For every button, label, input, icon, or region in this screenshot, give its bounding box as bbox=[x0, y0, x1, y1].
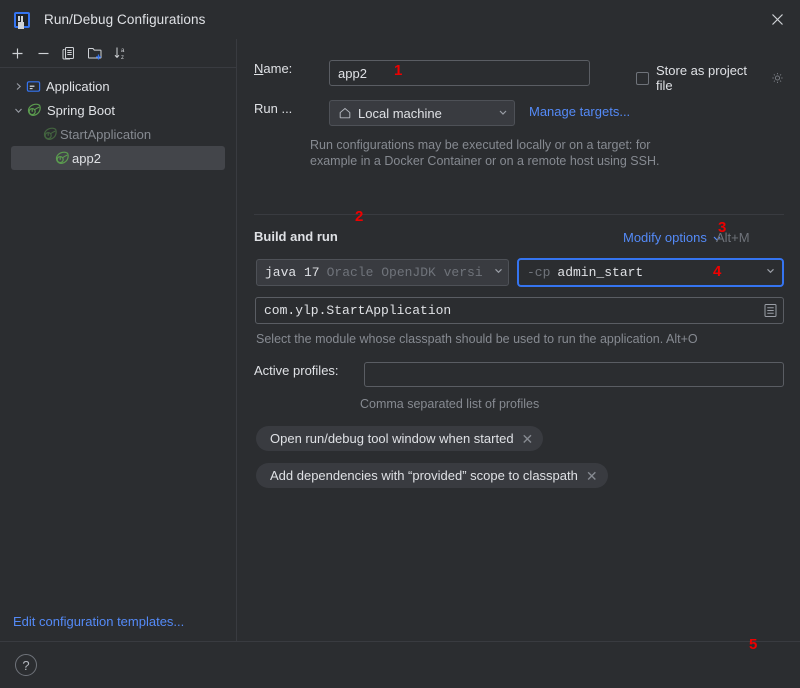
tree-item-label: Spring Boot bbox=[47, 102, 115, 118]
option-chip-label: Open run/debug tool window when started bbox=[270, 431, 514, 446]
classpath-flag: -cp bbox=[527, 265, 551, 280]
close-small-icon[interactable]: ✕ bbox=[522, 432, 534, 446]
minus-icon bbox=[38, 52, 48, 54]
tree-item-application[interactable]: Application bbox=[0, 74, 236, 98]
spring-boot-icon bbox=[55, 151, 69, 164]
help-button[interactable]: ? bbox=[15, 654, 37, 676]
modify-options-shortcut: Alt+M bbox=[716, 230, 750, 245]
name-row: Name: Store as project file bbox=[254, 60, 784, 93]
plus-icon bbox=[12, 48, 22, 58]
chevron-down-icon[interactable] bbox=[490, 104, 508, 122]
tree-indent: app2 bbox=[54, 150, 101, 166]
modify-options-link[interactable]: Modify options bbox=[623, 230, 722, 245]
copy-configuration-button[interactable] bbox=[56, 40, 82, 66]
list-browse-icon[interactable] bbox=[761, 302, 779, 320]
name-label: Name: bbox=[254, 61, 292, 76]
run-on-hint-line1: Run configurations may be executed local… bbox=[310, 138, 651, 152]
dialog-footer: ? Run OK Cancel Apply bbox=[0, 641, 800, 688]
tree-item-startapplication[interactable]: StartApplication bbox=[0, 122, 236, 146]
sidebar-toolbar: a z bbox=[0, 39, 236, 68]
jdk-value: java 17 bbox=[265, 265, 320, 280]
classpath-combo[interactable]: -cp admin_start bbox=[517, 258, 784, 287]
run-debug-configurations-dialog: Run/Debug Configurations a z Application… bbox=[0, 0, 800, 688]
edit-configuration-templates-link[interactable]: Edit configuration templates... bbox=[13, 614, 184, 629]
store-as-project-file-checkbox[interactable] bbox=[636, 71, 649, 85]
run-on-hint-line2: example in a Docker Container or on a re… bbox=[310, 154, 660, 168]
run-on-target-value: Local machine bbox=[358, 105, 442, 121]
main-class-field[interactable]: com.ylp.StartApplication bbox=[255, 297, 784, 324]
option-chip-label: Add dependencies with “provided” scope t… bbox=[270, 468, 578, 483]
gear-icon[interactable] bbox=[771, 71, 784, 85]
close-small-icon[interactable]: ✕ bbox=[586, 469, 598, 483]
chevron-down-icon[interactable] bbox=[10, 106, 26, 115]
store-as-project-file-row[interactable]: Store as project file bbox=[636, 63, 784, 93]
sort-configurations-button[interactable]: a z bbox=[108, 40, 134, 66]
store-as-project-file-label: Store as project file bbox=[656, 63, 748, 93]
sort-alphabetically-icon: a z bbox=[114, 47, 125, 61]
active-profiles-row: Active profiles: bbox=[254, 362, 784, 387]
configuration-details-panel: Name: Store as project file Run ... Loca… bbox=[238, 39, 800, 641]
tree-item-app2[interactable]: app2 bbox=[11, 146, 225, 170]
folder-add-icon bbox=[88, 48, 102, 60]
classpath-value: admin_start bbox=[557, 265, 644, 280]
name-label-mnemonic: N bbox=[254, 61, 264, 76]
active-profiles-label: Active profiles: bbox=[254, 363, 339, 378]
build-and-run-title: Build and run bbox=[254, 229, 338, 244]
active-profiles-input[interactable] bbox=[364, 362, 784, 387]
spring-boot-icon bbox=[43, 127, 57, 140]
tree-item-label: app2 bbox=[72, 150, 101, 166]
name-label-rest: ame: bbox=[263, 61, 293, 76]
jdk-description: Oracle OpenJDK versi bbox=[326, 265, 483, 280]
tree-item-label: Application bbox=[46, 78, 110, 94]
close-icon bbox=[772, 14, 783, 25]
dialog-title: Run/Debug Configurations bbox=[44, 12, 206, 27]
close-button[interactable] bbox=[755, 0, 800, 39]
option-chip-open-run-window[interactable]: Open run/debug tool window when started … bbox=[256, 426, 544, 451]
modify-options-label: Modify options bbox=[623, 230, 707, 245]
active-profiles-hint: Comma separated list of profiles bbox=[360, 397, 540, 411]
option-chip-add-provided-dependencies[interactable]: Add dependencies with “provided” scope t… bbox=[256, 463, 608, 488]
jdk-combo[interactable]: java 17 Oracle OpenJDK versi bbox=[256, 259, 509, 286]
new-folder-button[interactable] bbox=[82, 40, 108, 66]
configurations-tree: Application Spring Boot StartApplication… bbox=[0, 68, 236, 170]
manage-targets-link[interactable]: Manage targets... bbox=[529, 104, 630, 119]
svg-text:z: z bbox=[121, 55, 124, 61]
configurations-sidebar: a z Application Spring Boot StartApplica… bbox=[0, 39, 237, 641]
tree-item-label: StartApplication bbox=[60, 126, 152, 142]
title-bar: Run/Debug Configurations bbox=[0, 0, 800, 39]
application-icon bbox=[26, 80, 41, 92]
main-class-value: com.ylp.StartApplication bbox=[264, 303, 452, 318]
run-on-label: Run ... bbox=[254, 101, 293, 116]
chevron-down-icon[interactable] bbox=[489, 265, 504, 280]
copy-icon bbox=[62, 47, 74, 60]
tree-item-spring-boot[interactable]: Spring Boot bbox=[0, 98, 236, 122]
svg-text:a: a bbox=[121, 48, 125, 54]
run-on-row: Run ... Local machine Manage targets... bbox=[254, 100, 774, 126]
main-class-hint: Select the module whose classpath should… bbox=[256, 332, 698, 346]
chevron-right-icon[interactable] bbox=[10, 82, 26, 91]
run-on-target-combo[interactable]: Local machine bbox=[329, 100, 515, 126]
add-configuration-button[interactable] bbox=[4, 40, 30, 66]
run-on-hint: Run configurations may be executed local… bbox=[310, 137, 730, 169]
section-divider bbox=[254, 214, 784, 215]
chevron-down-icon[interactable] bbox=[765, 265, 776, 280]
tree-indent: StartApplication bbox=[42, 126, 151, 142]
home-icon bbox=[339, 107, 351, 119]
name-input[interactable] bbox=[329, 60, 590, 86]
remove-configuration-button[interactable] bbox=[30, 40, 56, 66]
spring-boot-icon bbox=[27, 103, 41, 116]
intellij-idea-icon bbox=[14, 11, 30, 28]
